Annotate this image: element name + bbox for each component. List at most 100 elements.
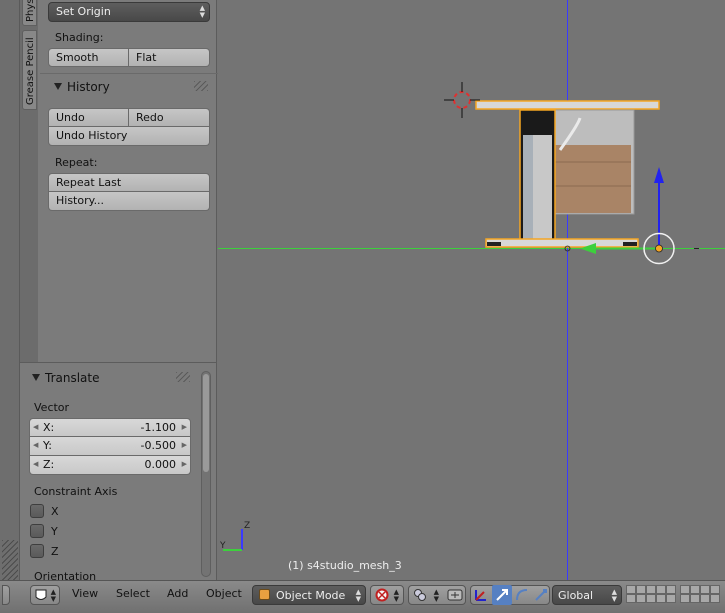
3d-viewport[interactable]: Z Y (1) s4studio_mesh_3: [218, 0, 725, 580]
constraint-axis-label: Constraint Axis: [34, 485, 118, 498]
layer-button[interactable]: [626, 594, 636, 603]
layer-button[interactable]: [700, 585, 710, 594]
constraint-y-checkbox[interactable]: [30, 524, 44, 538]
tab-grease-pencil[interactable]: Grease Pencil: [22, 30, 37, 110]
increment-arrow-icon[interactable]: ▶: [182, 419, 187, 436]
vector-y-label: Y:: [43, 439, 52, 452]
layer-button[interactable]: [710, 585, 720, 594]
scrollbar-thumb[interactable]: [203, 374, 209, 472]
constraint-x-checkbox[interactable]: [30, 504, 44, 518]
decrement-arrow-icon[interactable]: ◀: [33, 437, 38, 454]
3d-view-header: ▲ ▼ View Select Add Object Object Mode ▲ ▼…: [0, 580, 725, 613]
set-origin-label: Set Origin: [56, 5, 111, 18]
manipulator-toggle-group[interactable]: [470, 585, 550, 605]
repeat-last-button[interactable]: Repeat Last: [48, 173, 210, 192]
mesh-bottom-plate: [485, 238, 639, 248]
layer-button[interactable]: [690, 585, 700, 594]
smooth-button[interactable]: Smooth: [48, 48, 129, 67]
vector-y-field[interactable]: ◀ Y: -0.500 ▶: [29, 437, 191, 456]
vector-z-label: Z:: [43, 458, 55, 471]
tab-physics[interactable]: Physics: [22, 0, 37, 26]
operator-redo-panel: Translate Vector ◀ X: -1.100 ▶ ◀ Y: -0.5…: [20, 362, 217, 583]
panel-drag-grip-icon[interactable]: [176, 372, 190, 382]
vector-z-field[interactable]: ◀ Z: 0.000 ▶: [29, 456, 191, 475]
pivot-point-icon[interactable]: [413, 588, 427, 602]
menu-view[interactable]: View: [72, 587, 98, 600]
translate-panel-title: Translate: [45, 371, 100, 385]
tool-shelf-tabs: Physics Grease Pencil: [20, 0, 38, 362]
menu-select[interactable]: Select: [116, 587, 150, 600]
rotate-manipulator-icon[interactable]: [514, 587, 530, 603]
region-resize-grip[interactable]: [2, 540, 18, 580]
left-edge-button[interactable]: [2, 585, 10, 605]
increment-arrow-icon[interactable]: ▶: [182, 456, 187, 473]
layer-button[interactable]: [666, 594, 676, 603]
menu-object[interactable]: Object: [206, 587, 242, 600]
mesh-foot: [487, 242, 501, 246]
editor-type-button[interactable]: ▲ ▼: [30, 585, 60, 605]
manipulator-z-arrow-icon[interactable]: [654, 167, 664, 183]
constraint-z-checkbox[interactable]: [30, 544, 44, 558]
translate-arrow-icon: [496, 589, 508, 601]
constraint-z-label: Z: [51, 545, 59, 558]
layer-button[interactable]: [636, 594, 646, 603]
layer-button[interactable]: [666, 585, 676, 594]
undo-history-button[interactable]: Undo History: [48, 127, 210, 146]
dropdown-arrows-icon: ▲ ▼: [355, 588, 361, 603]
panel-drag-grip-icon[interactable]: [194, 81, 208, 91]
dropdown-arrows-icon: ▲ ▼: [611, 588, 617, 603]
undo-button[interactable]: Undo: [48, 108, 129, 127]
pivot-manipulate-center-icon[interactable]: [447, 588, 463, 602]
vector-z-value: 0.000: [144, 458, 177, 471]
layer-button[interactable]: [636, 585, 646, 594]
transform-orientation-dropdown[interactable]: Global ▲ ▼: [552, 585, 622, 605]
vector-x-label: X:: [43, 421, 55, 434]
pivot-snap-group[interactable]: ▲ ▼: [408, 585, 466, 605]
mode-selector-dropdown[interactable]: Object Mode ▲ ▼: [252, 585, 366, 605]
layer-button[interactable]: [700, 594, 710, 603]
panel-separator: [40, 73, 218, 74]
shading-label: Shading:: [55, 31, 104, 44]
tab-physics-label: Physics: [25, 0, 36, 22]
left-edge-strip: [0, 0, 20, 580]
panel-collapse-triangle-icon: [54, 83, 62, 90]
layer-button[interactable]: [656, 585, 666, 594]
vector-x-field[interactable]: ◀ X: -1.100 ▶: [29, 418, 191, 437]
menu-add[interactable]: Add: [167, 587, 188, 600]
decrement-arrow-icon[interactable]: ◀: [33, 419, 38, 436]
3d-view-icon: [35, 589, 47, 600]
manipulator-icon[interactable]: [473, 587, 489, 603]
layer-button[interactable]: [626, 585, 636, 594]
tab-grease-pencil-label: Grease Pencil: [25, 37, 36, 105]
redo-button[interactable]: Redo: [129, 108, 210, 127]
layer-button[interactable]: [690, 594, 700, 603]
scale-manipulator-icon[interactable]: [533, 587, 549, 603]
tool-shelf: Physics Grease Pencil Set Origin ▲ ▼ Shad…: [20, 0, 218, 362]
layer-button[interactable]: [680, 594, 690, 603]
viewport-shading-dropdown[interactable]: ▲ ▼: [370, 585, 404, 605]
layer-button[interactable]: [646, 585, 656, 594]
decrement-arrow-icon[interactable]: ◀: [33, 456, 38, 473]
history-dots-button[interactable]: History...: [48, 192, 210, 211]
layer-button[interactable]: [680, 585, 690, 594]
set-origin-dropdown[interactable]: Set Origin ▲ ▼: [48, 2, 210, 22]
history-panel-title: History: [67, 80, 110, 94]
dropdown-arrows-icon: ▲ ▼: [50, 588, 56, 603]
redo-panel-scrollbar[interactable]: [201, 371, 211, 577]
mesh-wood-panel: [555, 145, 631, 213]
vector-x-value: -1.100: [140, 421, 176, 434]
increment-arrow-icon[interactable]: ▶: [182, 437, 187, 454]
translate-panel-header[interactable]: Translate: [32, 371, 100, 385]
layer-button[interactable]: [646, 594, 656, 603]
object-origin-dot[interactable]: [655, 244, 663, 253]
3d-cursor-icon[interactable]: [444, 82, 480, 118]
viewport-shading-icon: [375, 588, 389, 602]
history-panel-header[interactable]: History: [54, 80, 110, 94]
mesh-foot: [623, 242, 637, 246]
viewport-canvas[interactable]: Z Y: [218, 0, 725, 580]
translate-manipulator-active[interactable]: [492, 585, 512, 605]
object-mode-icon: [259, 589, 270, 600]
layer-button[interactable]: [710, 594, 720, 603]
layer-button[interactable]: [656, 594, 666, 603]
flat-button[interactable]: Flat: [129, 48, 210, 67]
